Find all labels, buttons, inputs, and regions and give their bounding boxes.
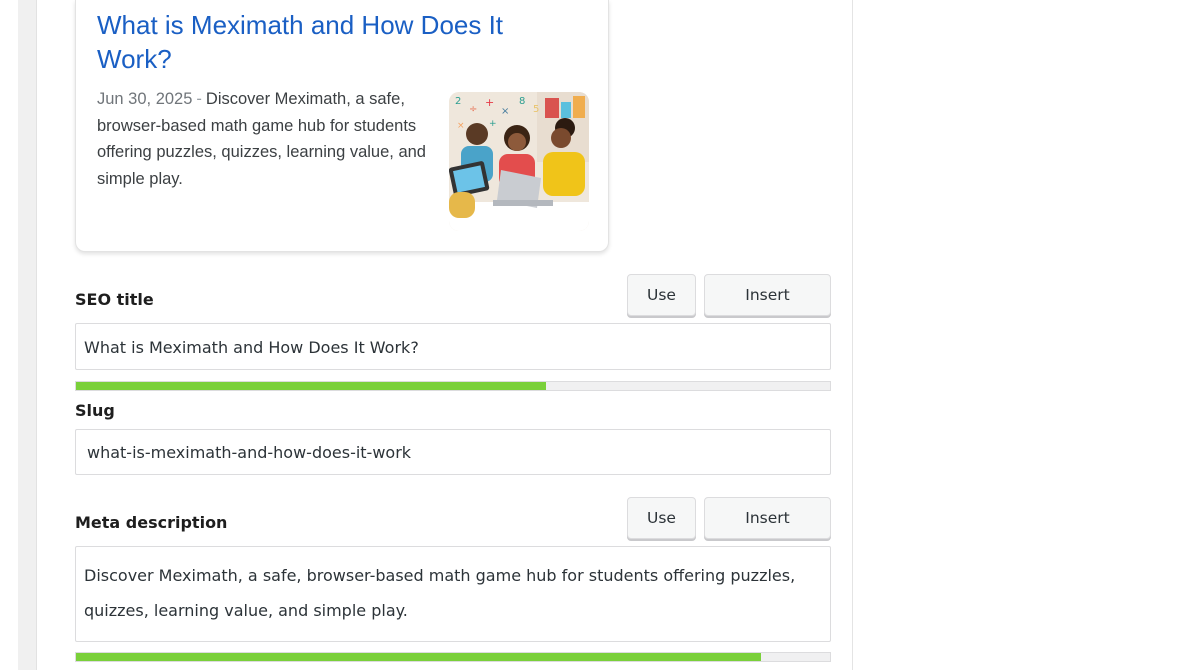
left-rail	[18, 0, 37, 670]
slug-input[interactable]: what-is-meximath-and-how-does-it-work	[75, 429, 831, 475]
seo-title-input[interactable]: What is Meximath and How Does It Work?	[75, 323, 831, 370]
meta-description-insert-variable-button[interactable]: Insert variable	[704, 497, 831, 567]
seo-title-label: SEO title	[75, 290, 154, 309]
svg-text:+: +	[489, 119, 497, 129]
preview-separator: -	[196, 90, 202, 108]
svg-text:×: ×	[501, 106, 509, 117]
svg-text:+: +	[485, 96, 494, 109]
meta-description-progress-fill	[76, 653, 761, 661]
seo-title-use-ai-button[interactable]: Use AI	[627, 274, 696, 344]
preview-snippet: Jun 30, 2025- Discover Meximath, a safe, …	[97, 86, 427, 192]
slug-label: Slug	[75, 401, 115, 420]
preview-title[interactable]: What is Meximath and How Does It Work?	[97, 8, 537, 76]
seo-title-length-progress	[75, 381, 831, 391]
preview-thumbnail-image: 2 ÷ + × 8 5 × +	[449, 92, 589, 231]
svg-text:÷: ÷	[469, 104, 477, 115]
preview-date: Jun 30, 2025	[97, 90, 193, 108]
meta-description-textarea[interactable]: Discover Meximath, a safe, browser-based…	[75, 546, 831, 642]
meta-description-length-progress	[75, 652, 831, 662]
svg-text:2: 2	[455, 96, 461, 107]
search-preview-card: What is Meximath and How Does It Work? J…	[75, 0, 609, 252]
svg-text:8: 8	[519, 96, 525, 107]
meta-description-label: Meta description	[75, 513, 228, 532]
svg-text:×: ×	[457, 121, 465, 131]
meta-description-use-ai-button[interactable]: Use AI	[627, 497, 696, 567]
seo-title-insert-variable-button[interactable]: Insert variable	[704, 274, 831, 344]
svg-text:5: 5	[533, 104, 539, 115]
seo-title-progress-fill	[76, 382, 546, 390]
